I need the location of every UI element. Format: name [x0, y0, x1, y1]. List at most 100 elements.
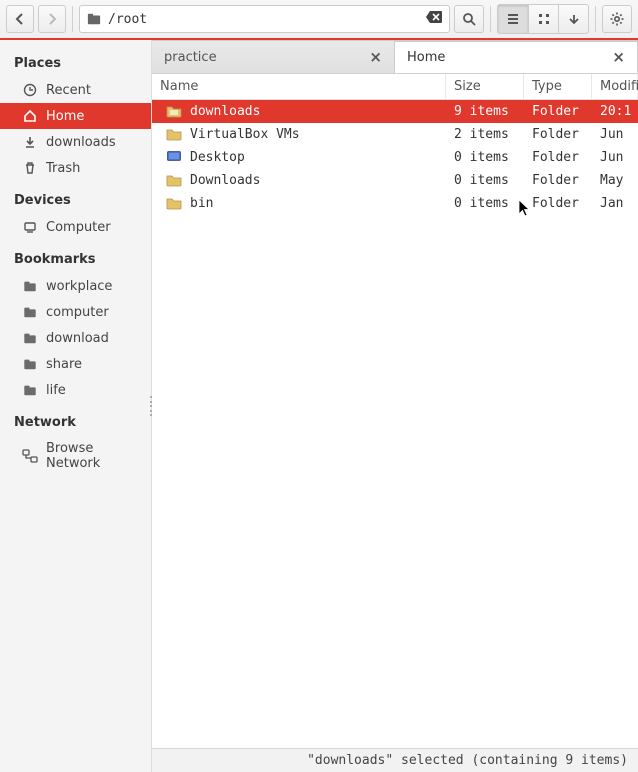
- sidebar-item-label: Home: [46, 109, 84, 124]
- search-button[interactable]: [454, 5, 484, 33]
- folder-open-icon: [166, 104, 182, 120]
- sidebar-header: Devices: [0, 187, 151, 214]
- sidebar-item-home[interactable]: Home: [0, 103, 151, 129]
- file-row[interactable]: Downloads 0 itemsFolderMay: [152, 169, 638, 192]
- file-type: Folder: [524, 196, 592, 211]
- folder-icon: [22, 304, 38, 320]
- tabs-row: practice×Home×: [152, 40, 638, 74]
- sidebar-item-label: download: [46, 331, 109, 346]
- status-bar: "downloads" selected (containing 9 items…: [152, 748, 638, 772]
- file-size: 0 items: [446, 196, 524, 211]
- settings-button[interactable]: [602, 5, 632, 33]
- file-modified: Jun: [592, 150, 638, 165]
- sidebar-item-trash[interactable]: Trash: [0, 155, 151, 181]
- folder-icon: [166, 173, 182, 189]
- file-size: 9 items: [446, 104, 524, 119]
- network-icon: [22, 448, 38, 464]
- computer-icon: [22, 219, 38, 235]
- sidebar-item-downloads[interactable]: downloads: [0, 129, 151, 155]
- column-header-modified[interactable]: Modified: [592, 74, 638, 99]
- home-icon: [22, 108, 38, 124]
- sidebar-item-label: workplace: [46, 279, 112, 294]
- file-type: Folder: [524, 173, 592, 188]
- tab-close-icon[interactable]: ×: [369, 50, 382, 65]
- sidebar-item-workplace[interactable]: workplace: [0, 273, 151, 299]
- view-mode-group: [497, 4, 589, 34]
- file-row[interactable]: Desktop 0 itemsFolderJun: [152, 146, 638, 169]
- recent-icon: [22, 82, 38, 98]
- file-modified: 20:1: [592, 104, 638, 119]
- file-row[interactable]: downloads 9 itemsFolder20:1: [152, 100, 638, 123]
- download-icon: [22, 134, 38, 150]
- toolbar-separator-2: [490, 6, 491, 32]
- sidebar-header: Bookmarks: [0, 246, 151, 273]
- tab-practice[interactable]: practice×: [152, 41, 395, 73]
- tab-label: Home: [407, 50, 612, 65]
- sidebar-item-label: Trash: [46, 161, 80, 176]
- sidebar-item-label: share: [46, 357, 82, 372]
- folder-icon: [22, 278, 38, 294]
- folder-icon: [22, 382, 38, 398]
- sidebar-item-share[interactable]: share: [0, 351, 151, 377]
- file-name: downloads: [190, 104, 260, 119]
- toolbar-separator: [72, 6, 73, 32]
- file-row[interactable]: VirtualBox VMs2 itemsFolderJun: [152, 123, 638, 146]
- sidebar-item-computer[interactable]: computer: [0, 299, 151, 325]
- column-headers: Name Size Type Modified: [152, 74, 638, 100]
- folder-icon: [86, 11, 102, 27]
- sidebar-item-label: downloads: [46, 135, 116, 150]
- toolbar-separator-3: [595, 6, 596, 32]
- file-list-area: Name Size Type Modified downloads 9 items…: [152, 74, 638, 748]
- sidebar-header: Network: [0, 409, 151, 436]
- file-size: 0 items: [446, 150, 524, 165]
- file-row[interactable]: bin 0 itemsFolderJan: [152, 192, 638, 215]
- sidebar-item-label: Recent: [46, 83, 91, 98]
- sidebar-item-label: Browse Network: [46, 441, 143, 471]
- sidebar-header: Places: [0, 50, 151, 77]
- file-modified: Jan: [592, 196, 638, 211]
- sidebar-item-label: computer: [46, 305, 109, 320]
- file-name: VirtualBox VMs: [190, 127, 300, 142]
- sidebar-item-label: Computer: [46, 220, 111, 235]
- sidebar-item-life[interactable]: life: [0, 377, 151, 403]
- back-button[interactable]: [6, 5, 34, 33]
- folder-icon: [166, 196, 182, 212]
- trash-icon: [22, 160, 38, 176]
- sidebar-resize-grip[interactable]: [150, 396, 154, 416]
- sidebar-item-computer[interactable]: Computer: [0, 214, 151, 240]
- file-type: Folder: [524, 104, 592, 119]
- folder-icon: [22, 330, 38, 346]
- grid-view-button[interactable]: [528, 5, 558, 33]
- clear-path-icon[interactable]: [425, 10, 443, 28]
- file-modified: May: [592, 173, 638, 188]
- toolbar: /root: [0, 0, 638, 40]
- path-bar[interactable]: /root: [79, 5, 450, 33]
- file-type: Folder: [524, 127, 592, 142]
- file-name: bin: [190, 196, 213, 211]
- file-size: 0 items: [446, 173, 524, 188]
- sidebar-item-browse-network[interactable]: Browse Network: [0, 436, 151, 476]
- main-pane: practice×Home× Name Size Type Modified d…: [152, 40, 638, 772]
- folder-icon: [166, 127, 182, 143]
- desktop-icon: [166, 150, 182, 166]
- file-list[interactable]: downloads9 itemsFolder20:1VirtualBox VMs…: [152, 100, 638, 748]
- file-size: 2 items: [446, 127, 524, 142]
- sidebar: Places Recent Home downloads Trash Devices Com…: [0, 40, 152, 772]
- path-text: /root: [108, 12, 419, 27]
- column-header-name[interactable]: Name: [152, 74, 446, 99]
- file-name: Desktop: [190, 150, 245, 165]
- sidebar-item-download[interactable]: download: [0, 325, 151, 351]
- tab-close-icon[interactable]: ×: [612, 50, 625, 65]
- file-type: Folder: [524, 150, 592, 165]
- folder-icon: [22, 356, 38, 372]
- sidebar-item-label: life: [46, 383, 66, 398]
- column-header-size[interactable]: Size: [446, 74, 524, 99]
- body-split: Places Recent Home downloads Trash Devices Com…: [0, 40, 638, 772]
- list-view-button[interactable]: [498, 5, 528, 33]
- forward-button[interactable]: [38, 5, 66, 33]
- column-header-type[interactable]: Type: [524, 74, 592, 99]
- file-name: Downloads: [190, 173, 260, 188]
- sidebar-item-recent[interactable]: Recent: [0, 77, 151, 103]
- view-options-button[interactable]: [558, 5, 588, 33]
- tab-home[interactable]: Home×: [395, 41, 638, 73]
